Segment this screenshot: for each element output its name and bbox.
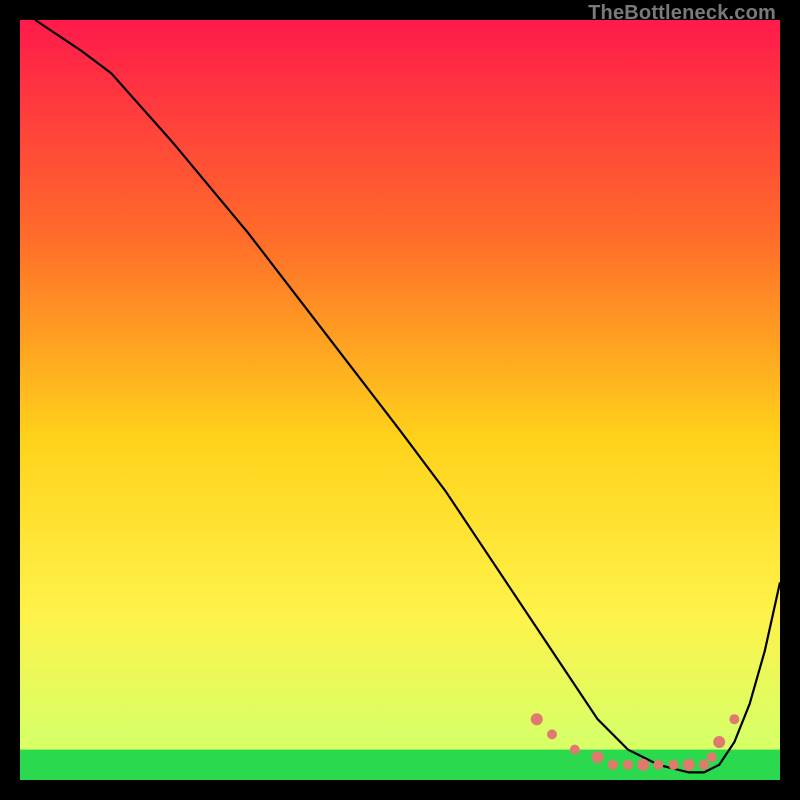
gradient-background: [20, 20, 780, 780]
plot-area: [20, 20, 780, 780]
bottleneck-chart: [20, 20, 780, 780]
data-dot: [713, 736, 725, 748]
data-dot: [669, 760, 679, 770]
chart-frame: TheBottleneck.com: [0, 0, 800, 800]
data-dot: [623, 760, 633, 770]
data-dot: [653, 760, 663, 770]
data-dot: [683, 759, 695, 771]
data-dot: [547, 729, 557, 739]
data-dot: [707, 752, 717, 762]
data-dot: [570, 745, 580, 755]
green-band: [20, 750, 780, 780]
data-dot: [637, 759, 649, 771]
data-dot: [592, 751, 604, 763]
data-dot: [729, 714, 739, 724]
watermark-text: TheBottleneck.com: [588, 2, 776, 25]
data-dot: [531, 713, 543, 725]
data-dot: [608, 760, 618, 770]
data-dot: [699, 760, 709, 770]
